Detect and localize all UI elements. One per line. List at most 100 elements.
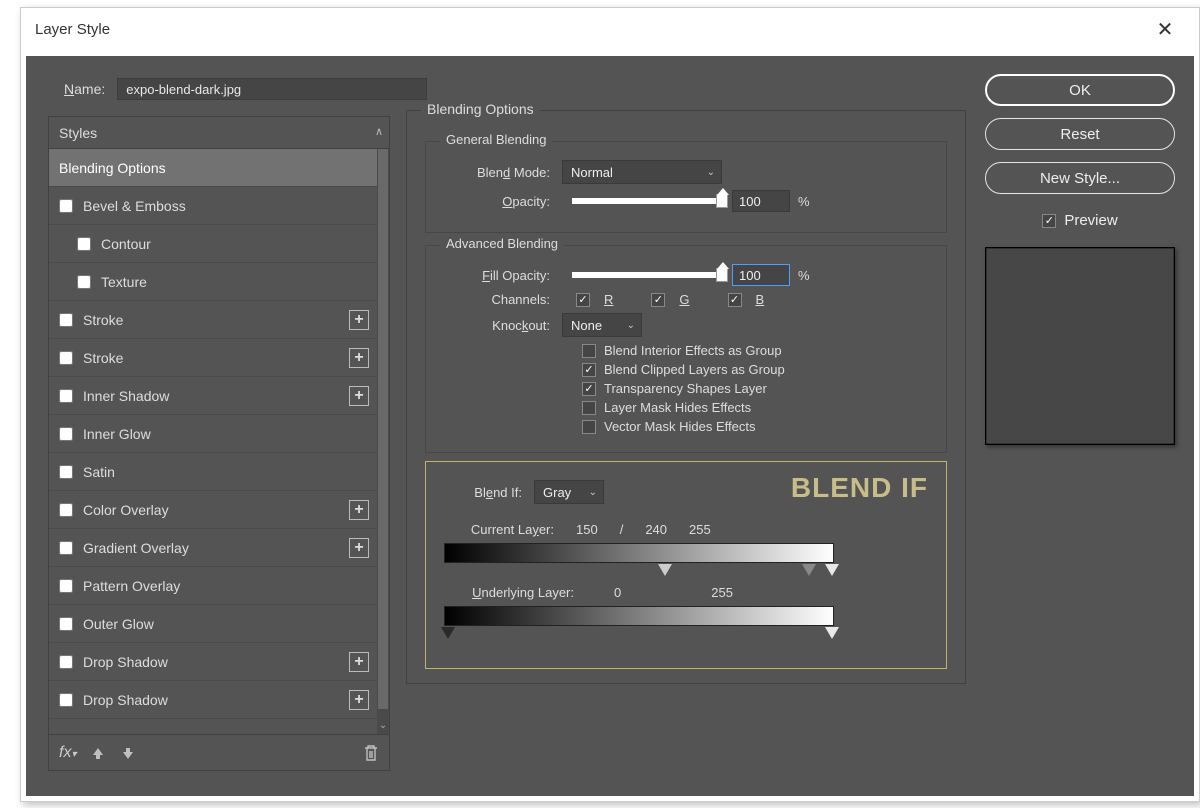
style-checkbox[interactable] — [59, 693, 73, 707]
chevron-down-icon[interactable]: ⌄ — [377, 720, 389, 734]
chevron-up-icon: ∧ — [375, 125, 383, 138]
slider-handle-highlight[interactable] — [825, 564, 839, 576]
fill-opacity-slider[interactable] — [572, 272, 722, 278]
style-checkbox[interactable] — [59, 655, 73, 669]
slider-knob[interactable] — [716, 194, 728, 208]
fx-icon[interactable]: fx▾ — [59, 744, 76, 762]
style-label: Inner Shadow — [83, 388, 169, 404]
style-label: Contour — [101, 236, 151, 252]
style-item[interactable]: Texture — [49, 263, 377, 301]
chevron-down-icon: ⌄ — [627, 320, 635, 331]
style-item[interactable]: Drop Shadow+ — [49, 681, 377, 719]
style-checkbox[interactable] — [77, 237, 91, 251]
percent-label: % — [798, 268, 810, 283]
layer-name-input[interactable] — [117, 78, 427, 100]
style-checkbox[interactable] — [59, 389, 73, 403]
arrow-down-icon[interactable] — [120, 745, 136, 761]
style-item[interactable]: Outer Glow — [49, 605, 377, 643]
styles-footer: fx▾ — [49, 734, 389, 770]
slider-handle-shadow-high[interactable] — [802, 564, 816, 576]
styles-header[interactable]: Styles ∧ — [49, 117, 389, 149]
scrollbar[interactable]: ⌄ — [377, 149, 389, 734]
current-layer-gradient[interactable] — [444, 543, 834, 563]
style-label: Bevel & Emboss — [83, 198, 186, 214]
style-label: Satin — [83, 464, 115, 480]
channel-r-label: R — [604, 292, 613, 307]
new-style-button[interactable]: New Style... — [985, 162, 1175, 194]
transparency-shapes-row: Transparency Shapes Layer — [582, 381, 930, 396]
arrow-up-icon[interactable] — [90, 745, 106, 761]
style-label: Pattern Overlay — [83, 578, 180, 594]
add-effect-icon[interactable]: + — [349, 652, 369, 672]
fill-opacity-input[interactable] — [732, 264, 790, 286]
style-checkbox[interactable] — [59, 617, 73, 631]
style-item[interactable]: Contour — [49, 225, 377, 263]
preview-label: Preview — [1064, 212, 1117, 229]
slider-handle-white[interactable] — [825, 627, 839, 639]
style-checkbox[interactable] — [59, 579, 73, 593]
channel-r-checkbox[interactable] — [576, 293, 590, 307]
style-item[interactable]: Inner Shadow + — [49, 377, 377, 415]
blend-clipped-checkbox[interactable] — [582, 363, 596, 377]
add-effect-icon[interactable]: + — [349, 386, 369, 406]
style-item[interactable]: Gradient Overlay + — [49, 529, 377, 567]
opacity-input[interactable] — [732, 190, 790, 212]
knockout-select[interactable]: None ⌄ — [562, 313, 642, 337]
channels-label: Channels: — [442, 292, 562, 307]
ok-button[interactable]: OK — [985, 74, 1175, 106]
add-effect-icon[interactable]: + — [349, 690, 369, 710]
add-effect-icon[interactable]: + — [349, 538, 369, 558]
options-panel: Blending Options General Blending Blend … — [406, 110, 966, 694]
style-checkbox[interactable] — [59, 541, 73, 555]
style-item[interactable]: Pattern Overlay — [49, 567, 377, 605]
style-item[interactable]: Color Overlay+ — [49, 491, 377, 529]
close-icon[interactable]: ✕ — [1145, 17, 1185, 42]
underlying-layer-gradient[interactable] — [444, 606, 834, 626]
add-effect-icon[interactable]: + — [349, 500, 369, 520]
layer-mask-hides-checkbox[interactable] — [582, 401, 596, 415]
vector-mask-hides-checkbox[interactable] — [582, 420, 596, 434]
blend-if-select[interactable]: Gray ⌄ — [534, 480, 604, 504]
channel-g-checkbox[interactable] — [651, 293, 665, 307]
style-item[interactable]: Stroke+ — [49, 339, 377, 377]
preview-checkbox[interactable] — [1042, 214, 1056, 228]
vector-mask-hides-row: Vector Mask Hides Effects — [582, 419, 930, 434]
layer-style-dialog: Layer Style ✕ Name: Styles ∧ Blending Op… — [20, 7, 1200, 802]
add-effect-icon[interactable]: + — [349, 348, 369, 368]
style-checkbox[interactable] — [59, 465, 73, 479]
trash-icon[interactable] — [363, 744, 379, 762]
transparency-shapes-checkbox[interactable] — [582, 382, 596, 396]
scrollbar-thumb[interactable] — [378, 149, 388, 709]
slider-knob[interactable] — [716, 268, 728, 282]
add-effect-icon[interactable]: + — [349, 310, 369, 330]
blending-options-group: Blending Options General Blending Blend … — [406, 110, 966, 684]
style-item[interactable]: Stroke + — [49, 301, 377, 339]
style-item[interactable]: Satin — [49, 453, 377, 491]
style-label: Gradient Overlay — [83, 540, 189, 556]
current-layer-row: Current Layer: 150 / 240 255 — [444, 522, 928, 537]
style-item[interactable]: Drop Shadow + — [49, 643, 377, 681]
style-checkbox[interactable] — [77, 275, 91, 289]
slider-handle-shadow-low[interactable] — [658, 564, 672, 576]
style-label: Drop Shadow — [83, 654, 168, 670]
layer-mask-hides-label: Layer Mask Hides Effects — [604, 400, 751, 415]
style-checkbox[interactable] — [59, 351, 73, 365]
blend-mode-value: Normal — [571, 165, 613, 180]
name-label: Name: — [64, 81, 105, 97]
blend-interior-checkbox[interactable] — [582, 344, 596, 358]
reset-button[interactable]: Reset — [985, 118, 1175, 150]
style-item[interactable]: Inner Glow — [49, 415, 377, 453]
style-checkbox[interactable] — [59, 199, 73, 213]
slider-handle-black[interactable] — [441, 627, 455, 639]
style-item[interactable]: Bevel & Emboss — [49, 187, 377, 225]
style-checkbox[interactable] — [59, 313, 73, 327]
blend-mode-label: Blend Mode: — [442, 165, 562, 180]
style-label: Stroke — [83, 312, 123, 328]
opacity-slider[interactable] — [572, 198, 722, 204]
channel-b-checkbox[interactable] — [728, 293, 742, 307]
vector-mask-hides-label: Vector Mask Hides Effects — [604, 419, 756, 434]
blend-mode-select[interactable]: Normal ⌄ — [562, 160, 722, 184]
style-item[interactable]: Blending Options — [49, 149, 377, 187]
style-checkbox[interactable] — [59, 503, 73, 517]
style-checkbox[interactable] — [59, 427, 73, 441]
